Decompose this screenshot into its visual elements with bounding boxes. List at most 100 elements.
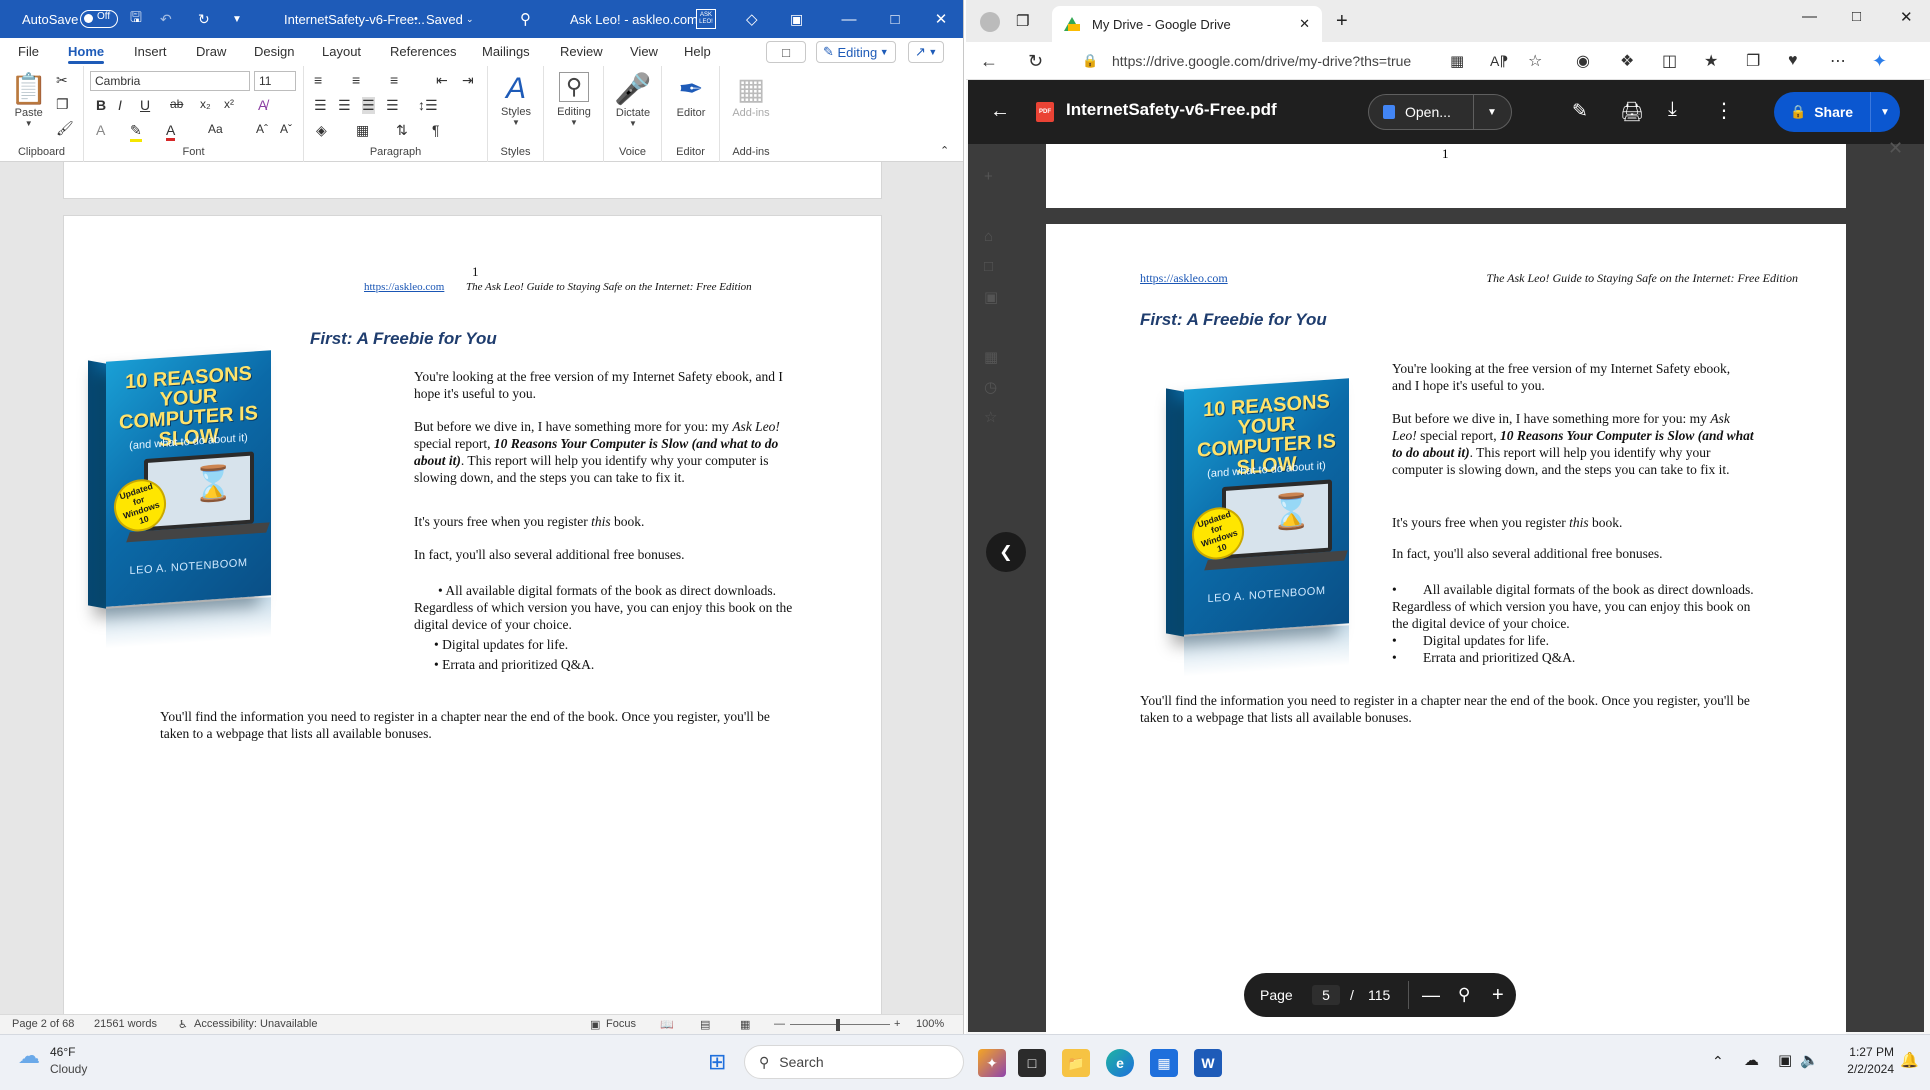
web-layout-icon[interactable]: ▦	[740, 1018, 750, 1031]
collections-icon[interactable]: ❐	[1746, 42, 1760, 80]
header-link[interactable]: https://askleo.com	[1140, 270, 1228, 287]
shading-icon[interactable]: ◈	[316, 122, 327, 139]
chevron-down-icon[interactable]: ⌄	[466, 0, 474, 38]
print-layout-icon[interactable]: ▤	[700, 1018, 710, 1031]
tab-view[interactable]: View	[630, 38, 658, 66]
align-right-icon[interactable]: ☰	[362, 97, 375, 114]
clock-time[interactable]: 1:27 PM	[1834, 1045, 1894, 1059]
ask-leo-badge[interactable]: ASK LEO!	[696, 0, 716, 38]
tab-home[interactable]: Home	[68, 38, 105, 66]
saved-state[interactable]: Saved	[426, 0, 463, 38]
change-case-icon[interactable]: Aa	[208, 122, 223, 136]
tab-insert[interactable]: Insert	[134, 38, 167, 66]
dictate-button[interactable]: 🎤 Dictate ▼	[610, 72, 656, 128]
more-options-icon[interactable]: ⋯	[1830, 42, 1846, 80]
bullets-icon[interactable]: ≡	[314, 72, 322, 88]
format-painter-icon[interactable]: 🖌	[56, 120, 74, 137]
volume-icon[interactable]: 🔈	[1800, 1051, 1819, 1069]
previous-file-button[interactable]: ❮	[986, 532, 1026, 572]
tab-actions-icon[interactable]: ❐	[1016, 12, 1029, 30]
undo-icon[interactable]: ↶	[160, 0, 172, 38]
zoom-in-icon[interactable]: +	[1492, 973, 1504, 1017]
superscript-icon[interactable]: x²	[224, 97, 234, 111]
onedrive-icon[interactable]: ☁	[1744, 1051, 1759, 1069]
header-link[interactable]: https://askleo.com	[364, 279, 444, 296]
tab-file[interactable]: File	[18, 38, 39, 66]
word-count[interactable]: 21561 words	[94, 1018, 157, 1030]
app-available-icon[interactable]: ▦	[1450, 42, 1464, 80]
editing-mode-button[interactable]: ✎ Editing ▼	[816, 41, 896, 63]
copilot-icon[interactable]: ✦	[1872, 42, 1887, 80]
back-icon[interactable]: ←	[980, 42, 998, 80]
font-name-select[interactable]: Cambria	[90, 71, 250, 91]
share-button[interactable]: ↗ ▼	[908, 41, 945, 63]
tab-my-drive[interactable]: My Drive - Google Drive ✕	[1052, 6, 1322, 42]
network-icon[interactable]: ▣	[1778, 1051, 1792, 1069]
accessibility-icon[interactable]: ♿	[178, 1018, 188, 1031]
tab-references[interactable]: References	[390, 38, 456, 66]
addins-button[interactable]: ▦ Add-ins	[728, 72, 774, 119]
sort-icon[interactable]: ⇅	[396, 122, 408, 139]
browser-essentials-icon[interactable]: ◉	[1576, 42, 1590, 80]
grow-font-icon[interactable]: Aˆ	[256, 122, 268, 136]
current-page-input[interactable]: 5	[1312, 985, 1340, 1005]
maximize-icon[interactable]: □	[872, 0, 918, 38]
clock-date[interactable]: 2/2/2024	[1834, 1062, 1894, 1076]
copilot-app-icon[interactable]: ✦	[978, 1049, 1006, 1077]
close-icon[interactable]: ✕	[1900, 8, 1913, 26]
read-mode-icon[interactable]: 📖	[660, 1018, 674, 1031]
back-arrow-icon[interactable]: ←	[990, 100, 1010, 123]
bold-icon[interactable]: B	[96, 97, 106, 113]
save-icon[interactable]: 🖫	[130, 0, 142, 38]
multilevel-list-icon[interactable]: ≡	[390, 72, 398, 88]
search-icon[interactable]: ⚲	[520, 0, 531, 38]
notification-bell-icon[interactable]: 🔔	[1900, 1051, 1919, 1069]
extensions-icon[interactable]: ❖	[1620, 42, 1634, 80]
strikethrough-icon[interactable]: ab	[170, 97, 183, 111]
focus-icon[interactable]: ▣	[590, 1018, 600, 1031]
open-with-button[interactable]: Open... ▼	[1368, 94, 1512, 130]
minimize-icon[interactable]: —	[826, 0, 872, 38]
zoom-out-icon[interactable]: —	[774, 1018, 785, 1030]
zoom-icon[interactable]: ⚲	[1458, 973, 1470, 1017]
tab-mailings[interactable]: Mailings	[482, 38, 530, 66]
diamond-icon[interactable]: ◇	[746, 0, 758, 38]
task-view-icon[interactable]: □	[1018, 1049, 1046, 1077]
pdf-viewer[interactable]: ← PDF InternetSafety-v6-Free.pdf Open...…	[968, 80, 1924, 1034]
document-canvas[interactable]: 1 https://askleo.com The Ask Leo! Guide …	[0, 162, 963, 1034]
clear-formatting-icon[interactable]: A̸	[258, 97, 267, 113]
zoom-out-icon[interactable]: —	[1422, 973, 1440, 1017]
increase-indent-icon[interactable]: ⇥	[462, 72, 474, 89]
page-count[interactable]: Page 2 of 68	[12, 1018, 74, 1030]
numbering-icon[interactable]: ≡	[352, 72, 360, 88]
share-dropdown-icon[interactable]: ▼	[1880, 107, 1890, 118]
open-dropdown-icon[interactable]: ▼	[1487, 107, 1497, 118]
profile-avatar[interactable]	[980, 12, 1000, 32]
zoom-slider[interactable]	[790, 1024, 890, 1025]
close-preview-icon[interactable]: ✕	[1888, 138, 1903, 159]
split-screen-icon[interactable]: ◫	[1662, 42, 1677, 80]
zoom-in-icon[interactable]: +	[894, 1018, 900, 1030]
share-button[interactable]: 🔒 Share ▼	[1774, 92, 1900, 132]
tab-draw[interactable]: Draw	[196, 38, 226, 66]
tab-review[interactable]: Review	[560, 38, 603, 66]
tab-help[interactable]: Help	[684, 38, 711, 66]
performance-icon[interactable]: ♥	[1788, 42, 1798, 80]
tab-design[interactable]: Design	[254, 38, 294, 66]
title-search-text[interactable]: Ask Leo! - askleo.com	[570, 0, 698, 38]
line-spacing-icon[interactable]: ↕☰	[418, 97, 438, 114]
edge-browser-icon[interactable]: e	[1106, 1049, 1134, 1077]
maximize-icon[interactable]: □	[1852, 8, 1861, 25]
favorites-icon[interactable]: ★	[1704, 42, 1718, 80]
ribbon-display-icon[interactable]: ▣	[790, 0, 803, 38]
url-field[interactable]: https://drive.google.com/drive/my-drive?…	[1112, 42, 1411, 80]
italic-icon[interactable]: I	[118, 97, 122, 113]
lock-icon[interactable]: 🔒	[1082, 42, 1098, 80]
comments-button[interactable]: □	[766, 41, 806, 63]
highlight-icon[interactable]: ✎	[130, 122, 142, 142]
underline-icon[interactable]: U	[140, 97, 150, 113]
taskbar-search[interactable]: ⚲ Search	[744, 1045, 964, 1079]
subscript-icon[interactable]: x₂	[200, 97, 211, 111]
new-tab-icon[interactable]: +	[1336, 10, 1348, 33]
word-app-icon[interactable]: W	[1194, 1049, 1222, 1077]
